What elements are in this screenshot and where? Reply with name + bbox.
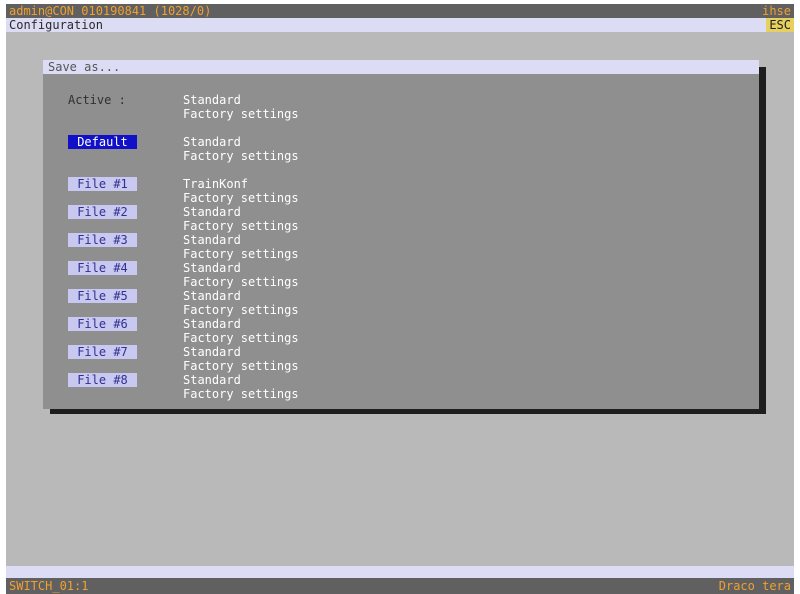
file-config-detail: Factory settings (183, 247, 299, 261)
default-description: Standard Factory settings (183, 135, 299, 163)
dialog-title-bar: Save as... (43, 60, 759, 74)
file-2-button[interactable]: File #2 (68, 205, 137, 219)
dialog-title: Save as... (48, 60, 121, 74)
file-3-description: Standard Factory settings (183, 233, 299, 261)
file-4-description: Standard Factory settings (183, 261, 299, 289)
save-as-dialog: Save as... Active : Standard Factory set… (43, 60, 759, 409)
file-config-detail: Factory settings (183, 331, 299, 345)
status-bar: SWITCH_01:1 Draco tera (6, 578, 794, 594)
file-config-detail: Factory settings (183, 387, 299, 401)
footer-divider (6, 566, 794, 578)
file-6-description: Standard Factory settings (183, 317, 299, 345)
file-config-name: Standard (183, 317, 241, 331)
active-label: Active : (68, 93, 126, 107)
product-name: Draco tera (718, 579, 791, 593)
brand-label: ihse (762, 4, 791, 18)
section-title: Configuration (9, 18, 103, 32)
terminal-screen: admin@CON 010190841 (1028/0) ihse Config… (6, 4, 794, 594)
file-config-name: Standard (183, 205, 241, 219)
file-5-button[interactable]: File #5 (68, 289, 137, 303)
esc-button[interactable]: ESC (766, 18, 794, 32)
file-config-detail: Factory settings (183, 219, 299, 233)
default-config-name: Standard (183, 135, 241, 149)
file-5-description: Standard Factory settings (183, 289, 299, 317)
top-bar: admin@CON 010190841 (1028/0) ihse (6, 4, 794, 18)
file-1-description: TrainKonf Factory settings (183, 177, 299, 205)
file-config-name: Standard (183, 261, 241, 275)
file-8-button[interactable]: File #8 (68, 373, 137, 387)
default-button[interactable]: Default (68, 135, 137, 149)
file-7-button[interactable]: File #7 (68, 345, 137, 359)
active-description: Standard Factory settings (183, 93, 299, 121)
active-config-detail: Factory settings (183, 107, 299, 121)
default-config-detail: Factory settings (183, 149, 299, 163)
file-1-button[interactable]: File #1 (68, 177, 137, 191)
menu-bar: Configuration ESC (6, 18, 794, 32)
file-2-description: Standard Factory settings (183, 205, 299, 233)
file-config-detail: Factory settings (183, 359, 299, 373)
file-7-description: Standard Factory settings (183, 345, 299, 373)
file-6-button[interactable]: File #6 (68, 317, 137, 331)
file-config-name: TrainKonf (183, 177, 249, 191)
file-config-name: Standard (183, 373, 241, 387)
file-config-detail: Factory settings (183, 275, 299, 289)
file-config-name: Standard (183, 233, 241, 247)
file-config-name: Standard (183, 289, 241, 303)
file-config-detail: Factory settings (183, 303, 299, 317)
file-8-description: Standard Factory settings (183, 373, 299, 401)
active-config-name: Standard (183, 93, 241, 107)
file-4-button[interactable]: File #4 (68, 261, 137, 275)
file-3-button[interactable]: File #3 (68, 233, 137, 247)
device-name: SWITCH_01:1 (9, 579, 89, 593)
session-info: admin@CON 010190841 (1028/0) (9, 4, 212, 18)
file-config-name: Standard (183, 345, 241, 359)
file-config-detail: Factory settings (183, 191, 299, 205)
